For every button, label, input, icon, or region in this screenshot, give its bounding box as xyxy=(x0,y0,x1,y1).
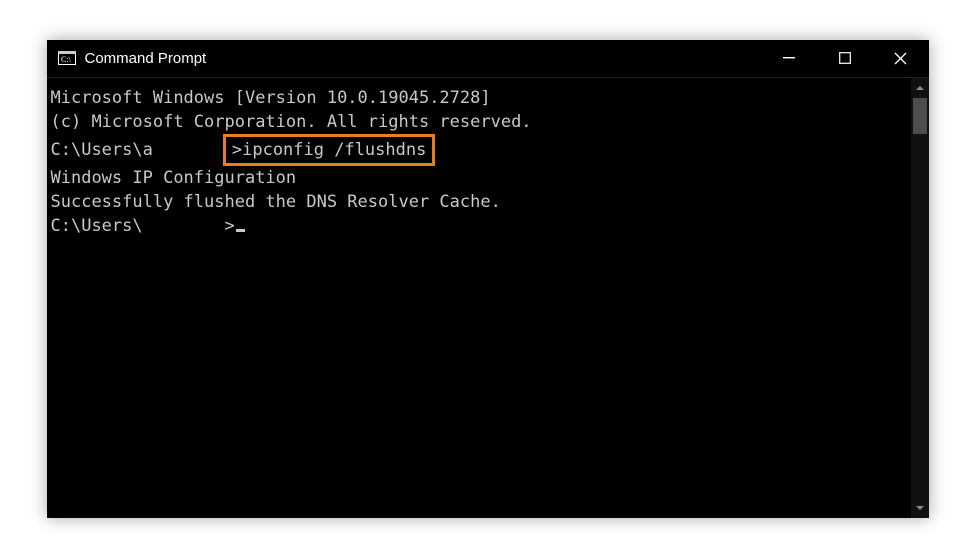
client-area: Microsoft Windows [Version 10.0.19045.27… xyxy=(47,78,929,518)
maximize-button[interactable] xyxy=(817,39,873,77)
output-result: Successfully flushed the DNS Resolver Ca… xyxy=(51,190,907,214)
scroll-down-arrow-icon[interactable] xyxy=(911,498,929,518)
prompt-line-1: C:\Users\a >ipconfig /flushdns xyxy=(51,134,907,166)
text-cursor xyxy=(236,229,245,232)
scroll-up-arrow-icon[interactable] xyxy=(911,78,929,98)
command-highlight: >ipconfig /flushdns xyxy=(223,134,435,166)
redacted-user xyxy=(153,138,229,162)
prompt-path: C:\Users\a xyxy=(51,140,153,160)
banner-line-1: Microsoft Windows [Version 10.0.19045.27… xyxy=(51,86,907,110)
entered-command: ipconfig /flushdns xyxy=(242,140,426,160)
minimize-button[interactable] xyxy=(761,39,817,77)
svg-text:C:\: C:\ xyxy=(61,55,72,64)
close-button[interactable] xyxy=(873,39,929,77)
prompt-marker: > xyxy=(225,216,235,236)
terminal-output[interactable]: Microsoft Windows [Version 10.0.19045.27… xyxy=(47,78,911,518)
redacted-user xyxy=(143,214,225,238)
scroll-thumb[interactable] xyxy=(913,98,927,134)
vertical-scrollbar[interactable] xyxy=(911,78,929,518)
banner-line-2: (c) Microsoft Corporation. All rights re… xyxy=(51,110,907,134)
output-header: Windows IP Configuration xyxy=(51,166,907,190)
prompt-marker: > xyxy=(232,140,242,160)
scroll-track[interactable] xyxy=(911,98,929,498)
prompt-path: C:\Users\ xyxy=(51,216,143,236)
titlebar[interactable]: C:\ Command Prompt xyxy=(47,40,929,78)
command-prompt-window: C:\ Command Prompt Microsoft Windows [Ve… xyxy=(47,40,929,518)
window-title: Command Prompt xyxy=(85,50,207,67)
cmd-icon: C:\ xyxy=(57,50,77,66)
prompt-line-2: C:\Users\ > xyxy=(51,214,907,238)
